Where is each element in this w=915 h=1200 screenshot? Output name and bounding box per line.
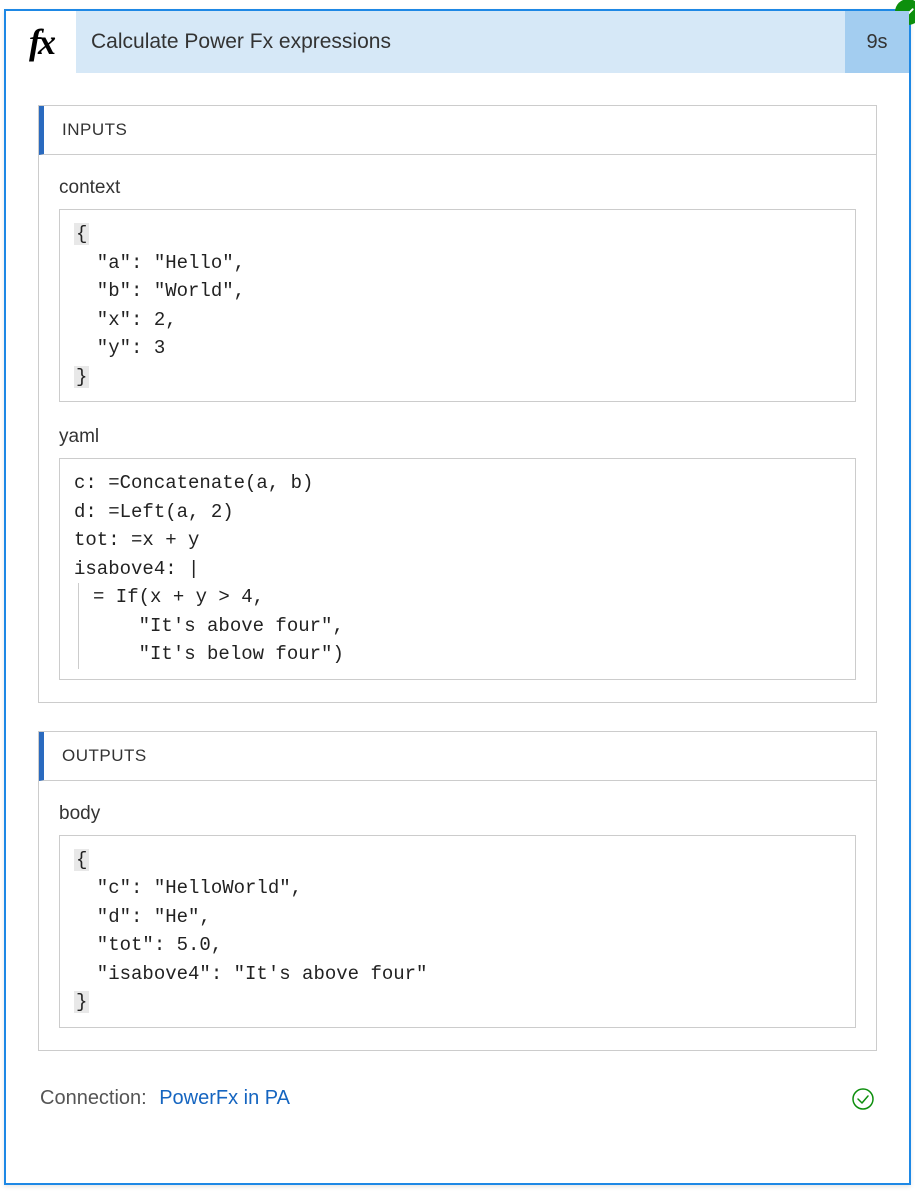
yaml-code-box[interactable]: c: =Concatenate(a, b) d: =Left(a, 2) tot… — [59, 458, 856, 680]
card-title: Calculate Power Fx expressions — [76, 30, 845, 54]
inputs-section-body: context { "a": "Hello", "b": "World", "x… — [39, 155, 876, 702]
card-header[interactable]: fx Calculate Power Fx expressions 9s — [6, 11, 909, 73]
outputs-section: OUTPUTS body { "c": "HelloWorld", "d": "… — [38, 731, 877, 1051]
connection-link[interactable]: PowerFx in PA — [159, 1087, 290, 1109]
context-label: context — [59, 177, 856, 199]
context-code-box[interactable]: { "a": "Hello", "b": "World", "x": 2, "y… — [59, 209, 856, 402]
inputs-section-header: INPUTS — [39, 106, 876, 155]
body-code-box[interactable]: { "c": "HelloWorld", "d": "He", "tot": 5… — [59, 835, 856, 1028]
duration-badge: 9s — [845, 11, 909, 73]
yaml-label: yaml — [59, 426, 856, 448]
inputs-section: INPUTS context { "a": "Hello", "b": "Wor… — [38, 105, 877, 703]
outputs-section-header: OUTPUTS — [39, 732, 876, 781]
outputs-section-body: body { "c": "HelloWorld", "d": "He", "to… — [39, 781, 876, 1050]
fx-icon: fx — [6, 11, 76, 73]
connection-label: Connection: — [40, 1087, 147, 1109]
footer-row: Connection: PowerFx in PA — [38, 1079, 877, 1111]
flow-step-card: fx Calculate Power Fx expressions 9s INP… — [4, 9, 911, 1185]
footer-check-icon — [851, 1087, 875, 1111]
body-label: body — [59, 803, 856, 825]
card-body: INPUTS context { "a": "Hello", "b": "Wor… — [6, 73, 909, 1131]
